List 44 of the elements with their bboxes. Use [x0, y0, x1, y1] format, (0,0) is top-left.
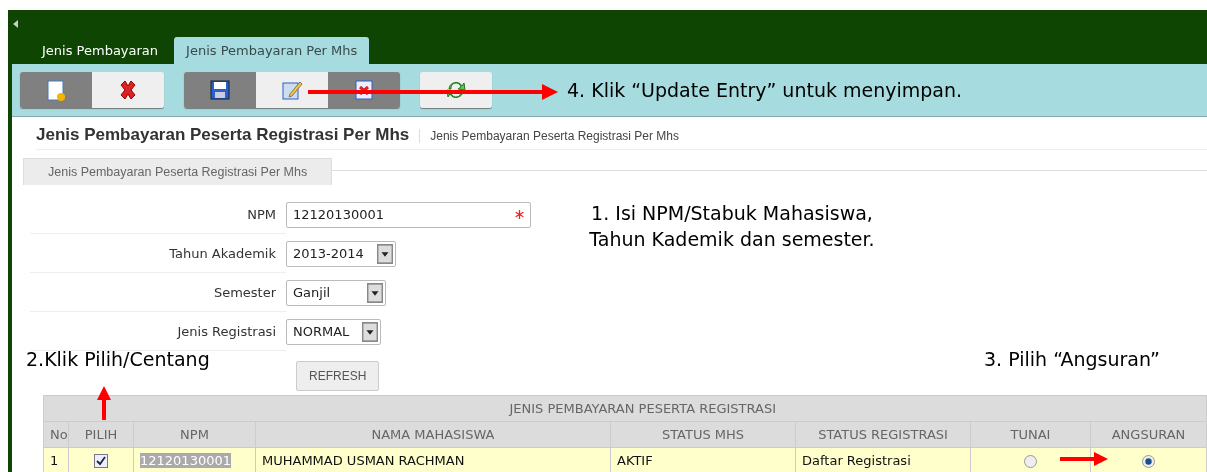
- checkbox[interactable]: [94, 454, 108, 469]
- radio-button[interactable]: [1024, 455, 1037, 468]
- save-icon: [209, 79, 231, 101]
- annotation-text: 1. Isi NPM/Stabuk Mahasiswa, Tahun Kademik dan semester.: [588, 201, 876, 252]
- column-header[interactable]: No: [43, 421, 69, 448]
- collapse-icon[interactable]: [13, 20, 18, 28]
- column-header[interactable]: ANGSURAN: [1090, 421, 1207, 448]
- new-document-icon: [45, 79, 67, 101]
- caret-icon: [367, 282, 383, 303]
- edit-icon: [281, 79, 303, 101]
- column-header[interactable]: STATUS REGISTRASI: [795, 421, 971, 448]
- dropdown-field[interactable]: 2013-2014: [286, 240, 396, 267]
- field-label: Jenis Registrasi: [30, 312, 286, 351]
- table-cell: AKTIF: [610, 447, 796, 472]
- arrow: [96, 386, 112, 420]
- arrow: [1060, 451, 1108, 467]
- column-header[interactable]: NAMA MAHASISWA: [255, 421, 611, 448]
- caret-icon: [377, 243, 393, 264]
- refresh-icon: [445, 79, 467, 101]
- column-header[interactable]: STATUS MHS: [610, 421, 796, 448]
- caret-icon: [362, 321, 378, 342]
- tab[interactable]: Jenis Pembayaran Per Mhs: [174, 37, 370, 64]
- radio-button[interactable]: [1142, 455, 1155, 468]
- table-cell: 1: [43, 447, 69, 472]
- panel-tab[interactable]: Jenis Pembayaran Peserta Registrasi Per Mhs: [23, 158, 333, 185]
- table-cell: Daftar Registrasi: [795, 447, 971, 472]
- field-label: Tahun Akademik: [30, 234, 286, 273]
- column-header[interactable]: TUNAI: [970, 421, 1091, 448]
- breadcrumb: Jenis Pembayaran Peserta Registrasi Per Mhs: [419, 129, 680, 143]
- annotation-text: 3. Pilih “Angsuran”: [984, 347, 1160, 372]
- table-cell: MUHAMMAD USMAN RACHMAN: [255, 447, 611, 472]
- field-label: Semester: [30, 273, 286, 312]
- npm-field[interactable]: 12120130001: [286, 201, 531, 228]
- field-label: NPM: [30, 195, 286, 234]
- table-cell: 12120130001: [140, 453, 231, 468]
- tab[interactable]: Jenis Pembayaran: [34, 37, 167, 64]
- annotation-text: 4. Klik “Update Entry” untuk menyimpan.: [567, 78, 963, 103]
- dropdown-field[interactable]: Ganjil: [286, 279, 386, 306]
- page-title: Jenis Pembayaran Peserta Registrasi Per Mhs: [36, 125, 410, 145]
- delete-button[interactable]: [92, 72, 164, 108]
- dropdown-field[interactable]: NORMAL: [286, 318, 381, 345]
- table-group-header: JENIS PEMBAYARAN PESERTA REGISTRASI: [43, 395, 1207, 422]
- column-header[interactable]: NPM: [133, 421, 256, 448]
- refresh-button[interactable]: REFRESH: [296, 361, 380, 391]
